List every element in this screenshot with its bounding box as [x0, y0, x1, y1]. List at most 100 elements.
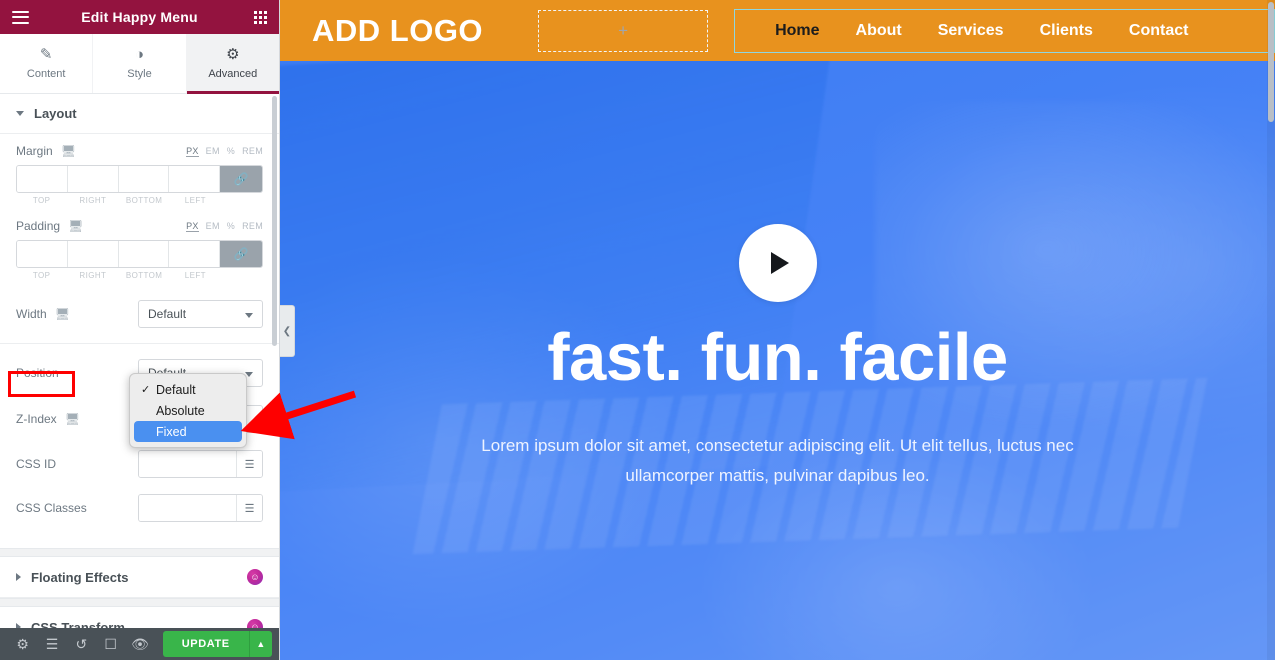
- margin-label: Margin: [16, 144, 53, 158]
- padding-label: Padding: [16, 219, 61, 233]
- play-triangle-icon: [771, 252, 789, 274]
- section-layout[interactable]: Layout: [0, 94, 279, 134]
- caption-top: TOP: [32, 196, 51, 205]
- caption-right: RIGHT: [79, 196, 107, 205]
- canvas-scrollbar[interactable]: [1267, 0, 1275, 660]
- control-margin: Margin 🖥 PX EM % REM 🔗 TOP RIGHT BOTTOM …: [0, 134, 279, 209]
- padding-link-icon[interactable]: 🔗: [220, 241, 262, 267]
- padding-right-input[interactable]: [67, 241, 119, 267]
- dropdown-option-default-label: Default: [156, 382, 196, 397]
- dynamic-tags-icon[interactable]: ☰: [236, 451, 262, 477]
- site-logo[interactable]: ADD LOGO: [312, 13, 483, 49]
- unit-percent[interactable]: %: [227, 146, 235, 157]
- panel-tabs: ✎ Content ◑ Style ⚙ Advanced: [0, 34, 279, 94]
- nav-item-home[interactable]: Home: [775, 22, 819, 40]
- dropdown-option-default[interactable]: ✓ Default: [134, 379, 242, 400]
- tab-style[interactable]: ◑ Style: [93, 34, 187, 93]
- control-css-id: CSS ID ☰: [0, 442, 279, 486]
- tab-content[interactable]: ✎ Content: [0, 34, 94, 93]
- padding-bottom-input[interactable]: [118, 241, 170, 267]
- update-button[interactable]: UPDATE: [162, 631, 249, 657]
- css-classes-field[interactable]: ☰: [138, 494, 263, 522]
- chevron-right-icon: [16, 573, 21, 581]
- hamburger-icon[interactable]: [12, 10, 29, 24]
- z-index-label-wrap: Z-Index 🖥: [16, 412, 80, 426]
- chevron-left-icon: ❮: [282, 325, 292, 337]
- half-circle-icon: ◑: [134, 46, 145, 63]
- position-label: Position: [16, 366, 59, 380]
- padding-label-wrap: Padding 🖥: [16, 219, 83, 233]
- unit-px[interactable]: PX: [186, 146, 199, 157]
- settings-gear-icon[interactable]: ⚙: [8, 628, 37, 660]
- site-header: ADD LOGO + Home About Services Clients C…: [280, 0, 1275, 61]
- menu-widget[interactable]: Home About Services Clients Contact: [734, 8, 1275, 53]
- dropdown-option-fixed-label: Fixed: [156, 424, 187, 439]
- panel-header: Edit Happy Menu: [0, 0, 279, 34]
- padding-units: PX EM % REM: [186, 221, 263, 232]
- canvas-scrollbar-thumb[interactable]: [1268, 2, 1274, 122]
- section-floating-effects[interactable]: Floating Effects ☺: [0, 557, 279, 598]
- plus-icon: +: [618, 20, 629, 40]
- margin-bottom-input[interactable]: [118, 166, 170, 192]
- unit-percent[interactable]: %: [227, 221, 235, 232]
- margin-left-input[interactable]: [169, 166, 220, 192]
- unit-px[interactable]: PX: [186, 221, 199, 232]
- panel-scrollbar[interactable]: [272, 96, 277, 346]
- unit-rem[interactable]: REM: [242, 146, 263, 157]
- history-icon[interactable]: ↺: [67, 628, 96, 660]
- css-transform-left: CSS Transform: [16, 619, 125, 629]
- margin-right-input[interactable]: [67, 166, 119, 192]
- nav-item-services[interactable]: Services: [938, 22, 1004, 40]
- padding-captions: TOP RIGHT BOTTOM LEFT: [16, 271, 263, 280]
- css-id-input[interactable]: [139, 451, 236, 477]
- navigator-layers-icon[interactable]: ☰: [37, 628, 66, 660]
- dynamic-tags-icon[interactable]: ☰: [236, 495, 262, 521]
- preview-eye-icon[interactable]: 👁: [125, 628, 154, 660]
- nav-item-about[interactable]: About: [856, 22, 902, 40]
- responsive-desktop-icon[interactable]: 🖥: [61, 145, 76, 157]
- padding-top-input[interactable]: [17, 241, 68, 267]
- padding-inputs: 🔗: [16, 240, 263, 268]
- dropdown-option-absolute[interactable]: Absolute: [134, 400, 242, 421]
- nav-item-clients[interactable]: Clients: [1040, 22, 1093, 40]
- section-css-transform[interactable]: CSS Transform ☺: [0, 607, 279, 628]
- nav-item-contact[interactable]: Contact: [1129, 22, 1189, 40]
- tab-content-label: Content: [26, 68, 66, 80]
- unit-rem[interactable]: REM: [242, 221, 263, 232]
- panel-collapse-handle[interactable]: ❮: [280, 305, 295, 357]
- caption-left: LEFT: [184, 271, 206, 280]
- margin-label-wrap: Margin 🖥: [16, 144, 76, 158]
- video-play-button[interactable]: [738, 224, 817, 302]
- padding-left-input[interactable]: [169, 241, 220, 267]
- caption-left: LEFT: [184, 196, 206, 205]
- position-label-wrap: Position: [16, 366, 59, 380]
- css-classes-input[interactable]: [139, 495, 236, 521]
- responsive-mode-icon[interactable]: ☐: [96, 628, 125, 660]
- responsive-desktop-icon[interactable]: 🖥: [65, 413, 80, 425]
- width-select[interactable]: Default: [138, 300, 263, 328]
- unit-em[interactable]: EM: [206, 146, 220, 157]
- check-icon: ✓: [141, 384, 151, 396]
- margin-link-icon[interactable]: 🔗: [220, 166, 262, 192]
- tab-advanced[interactable]: ⚙ Advanced: [186, 34, 279, 94]
- panel-apps-button[interactable]: [254, 10, 267, 24]
- responsive-desktop-icon[interactable]: 🖥: [68, 220, 83, 232]
- happy-addons-pro-icon: ☺: [247, 569, 263, 585]
- add-element-placeholder[interactable]: +: [538, 9, 709, 52]
- unit-em[interactable]: EM: [206, 221, 220, 232]
- hero-heading[interactable]: fast. fun. facile: [547, 324, 1008, 391]
- margin-top-input[interactable]: [17, 166, 68, 192]
- control-css-classes: CSS Classes ☰: [0, 486, 279, 530]
- pencil-icon: ✎: [39, 46, 53, 63]
- responsive-desktop-icon[interactable]: 🖥: [55, 308, 70, 320]
- panel-title: Edit Happy Menu: [81, 9, 198, 25]
- hero-subtitle[interactable]: Lorem ipsum dolor sit amet, consectetur …: [478, 431, 1078, 492]
- dropdown-option-fixed[interactable]: Fixed: [134, 421, 242, 442]
- css-id-label-wrap: CSS ID: [16, 457, 56, 471]
- panel-menu-button[interactable]: [12, 10, 29, 24]
- z-index-label: Z-Index: [16, 412, 57, 426]
- section-css-transform-label: CSS Transform: [31, 619, 125, 629]
- caret-up-icon[interactable]: ▲: [248, 631, 272, 657]
- grid-apps-icon[interactable]: [254, 10, 267, 24]
- css-id-field[interactable]: ☰: [138, 450, 263, 478]
